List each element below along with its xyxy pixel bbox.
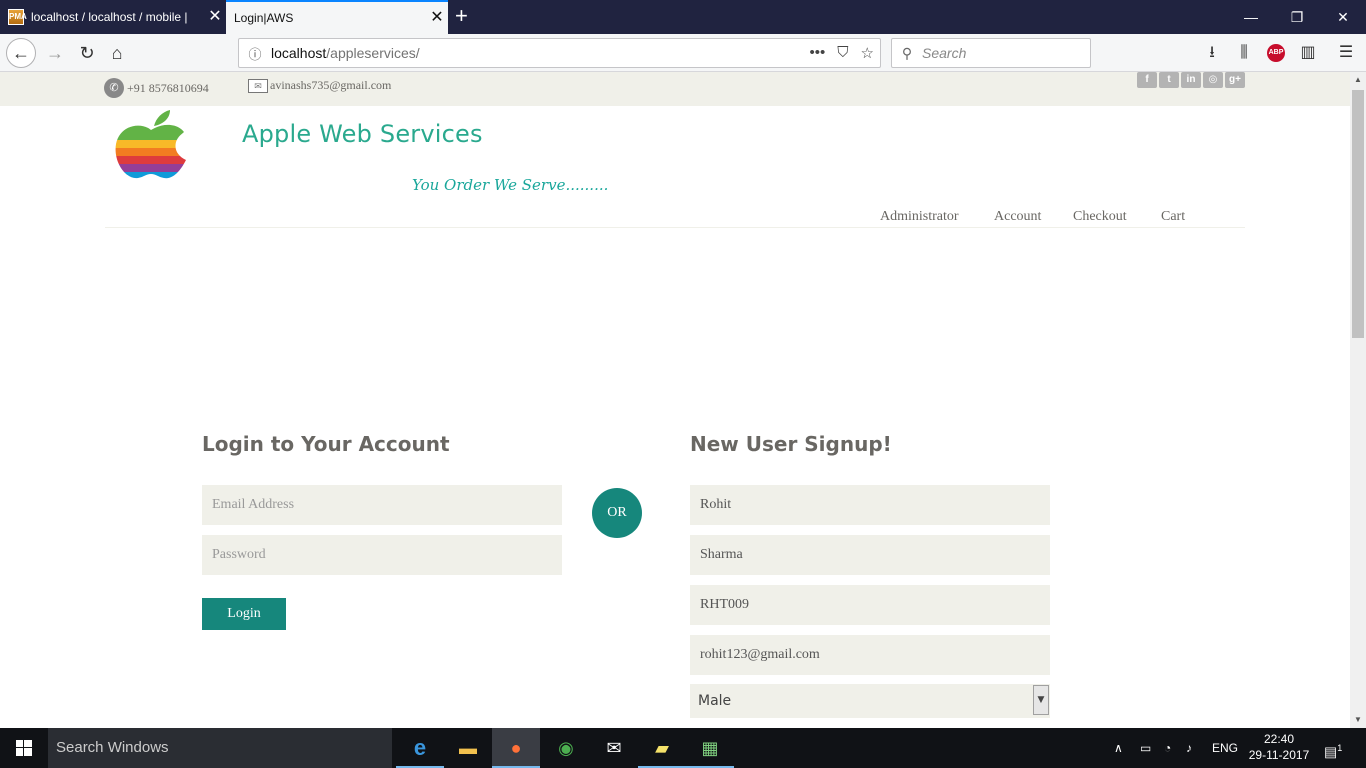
download-icon[interactable]: ⭳ <box>1198 38 1226 68</box>
search-placeholder: Search <box>922 45 967 61</box>
menu-icon[interactable]: ☰ <box>1332 38 1360 68</box>
url-path: /appleservices/ <box>326 45 420 61</box>
windows-start-icon[interactable] <box>0 728 48 768</box>
mail-icon: ✉ <box>248 78 268 93</box>
page-actions-icon[interactable]: ••• <box>810 44 826 62</box>
header-top-strip: ✆ +91 8576810694 ✉ avinashs735@gmail.com… <box>0 72 1350 106</box>
browser-nav-bar: ← → ↻ ⌂ ⓘ localhost /appleservices/ ••• … <box>0 34 1366 72</box>
clock-time: 22:40 <box>1263 732 1295 746</box>
taskbar-search-input[interactable]: Search Windows <box>48 728 392 768</box>
phone-number: +91 8576810694 <box>127 80 209 95</box>
signup-email-field[interactable]: rohit123@gmail.com <box>690 635 1050 675</box>
task-app-icon[interactable]: ▦ <box>686 728 734 768</box>
dribbble-icon[interactable]: ◎ <box>1203 72 1223 88</box>
mail-app-icon[interactable]: ✉ <box>590 728 638 768</box>
sticky-notes-icon[interactable]: ▰ <box>638 728 686 768</box>
signup-gender-select[interactable]: Male ▼ <box>690 684 1050 718</box>
tab-title: Login|AWS <box>234 11 294 25</box>
menu-item-cart[interactable]: Cart <box>1161 209 1185 225</box>
language-indicator[interactable]: ENG <box>1212 728 1238 768</box>
firefox-icon[interactable]: ● <box>492 728 540 768</box>
close-window-icon[interactable]: ✕ <box>1320 0 1366 34</box>
show-hidden-icons-icon[interactable]: ∧ <box>1114 728 1123 768</box>
volume-icon[interactable]: ♪ <box>1186 728 1192 768</box>
scroll-up-icon[interactable]: ▲ <box>1350 72 1366 88</box>
site-tagline: You Order We Serve......... <box>412 176 609 194</box>
browser-tab-bar: PMA localhost / localhost / mobile | ✕ L… <box>0 0 1366 34</box>
action-center-icon[interactable]: ▤1 <box>1324 728 1342 768</box>
scrollbar-thumb[interactable] <box>1352 90 1364 338</box>
phpmyadmin-favicon-icon: PMA <box>8 9 27 25</box>
signup-first-name-field[interactable]: Rohit <box>690 485 1050 525</box>
contact-phone: ✆ +91 8576810694 <box>104 78 209 98</box>
signup-title: New User Signup! <box>690 432 892 456</box>
close-tab-icon[interactable]: ✕ <box>204 9 226 25</box>
login-email-field[interactable]: Email Address <box>202 485 562 525</box>
search-icon: ⚲ <box>901 44 913 61</box>
email-address: avinashs735@gmail.com <box>270 78 392 92</box>
google-plus-icon[interactable]: g+ <box>1225 72 1245 88</box>
chrome-icon[interactable]: ◉ <box>542 728 590 768</box>
battery-icon[interactable]: ▭ <box>1140 728 1151 768</box>
or-divider-badge: OR <box>592 488 642 538</box>
apple-logo[interactable] <box>112 110 190 182</box>
scroll-down-icon[interactable]: ▼ <box>1350 712 1366 728</box>
chevron-down-icon[interactable]: ▼ <box>1033 685 1049 715</box>
reload-icon[interactable]: ↻ <box>72 38 102 68</box>
library-icon[interactable]: ⫼ <box>1230 38 1258 68</box>
notification-count: 1 <box>1337 743 1343 753</box>
menu-item-account[interactable]: Account <box>994 209 1041 225</box>
address-bar[interactable]: ⓘ localhost /appleservices/ ••• ⛉ ☆ <box>238 38 881 68</box>
wifi-icon[interactable]: ◔ <box>1164 728 1171 768</box>
close-tab-icon[interactable]: ✕ <box>426 10 448 26</box>
linkedin-icon[interactable]: in <box>1181 72 1201 88</box>
minimize-icon[interactable]: — <box>1228 0 1274 34</box>
login-password-field[interactable]: Password <box>202 535 562 575</box>
home-icon[interactable]: ⌂ <box>102 38 132 68</box>
sidebar-icon[interactable]: ▥ <box>1294 38 1322 68</box>
tab-title: localhost / localhost / mobile | <box>31 10 188 24</box>
menu-item-checkout[interactable]: Checkout <box>1073 209 1127 225</box>
clock-date: 29-11-2017 <box>1248 748 1310 762</box>
site-info-icon[interactable]: ⓘ <box>239 44 271 63</box>
login-button[interactable]: Login <box>202 598 286 630</box>
signup-user-id-field[interactable]: RHT009 <box>690 585 1050 625</box>
file-explorer-icon[interactable]: ▬ <box>444 728 492 768</box>
web-page: ✆ +91 8576810694 ✉ avinashs735@gmail.com… <box>0 72 1350 728</box>
bookmark-star-icon[interactable]: ☆ <box>861 44 874 62</box>
header-divider <box>105 227 1245 228</box>
new-tab-icon[interactable]: + <box>455 4 468 28</box>
gender-selected-value: Male <box>698 693 732 709</box>
contact-email: ✉ avinashs735@gmail.com <box>248 78 391 93</box>
windows-taskbar: Search Windows e ▬ ● ◉ ✉ ▰ ▦ ∧ ▭ ◔ ♪ ENG… <box>0 728 1366 768</box>
url-host: localhost <box>271 45 327 61</box>
signup-last-name-field[interactable]: Sharma <box>690 535 1050 575</box>
login-title: Login to Your Account <box>202 432 450 456</box>
search-input[interactable]: ⚲ Search <box>891 38 1091 68</box>
facebook-icon[interactable]: f <box>1137 72 1157 88</box>
adblock-icon[interactable]: ABP <box>1262 38 1290 68</box>
back-icon[interactable]: ← <box>6 38 36 68</box>
twitter-icon[interactable]: t <box>1159 72 1179 88</box>
pocket-icon[interactable]: ⛉ <box>837 44 848 62</box>
phone-icon: ✆ <box>104 78 124 98</box>
site-brand-title[interactable]: Apple Web Services <box>242 120 483 148</box>
forward-icon[interactable]: → <box>40 38 70 68</box>
edge-icon[interactable]: e <box>396 728 444 768</box>
system-clock[interactable]: 22:40 29-11-2017 <box>1244 731 1314 763</box>
tab-login-aws[interactable]: Login|AWS ✕ <box>226 0 448 34</box>
restore-icon[interactable]: ❐ <box>1274 0 1320 34</box>
page-scrollbar[interactable]: ▲ ▼ <box>1350 72 1366 728</box>
social-links: f t in ◎ g+ <box>1137 72 1245 88</box>
tab-phpmyadmin[interactable]: PMA localhost / localhost / mobile | ✕ <box>0 0 226 34</box>
menu-item-administrator[interactable]: Administrator <box>880 209 959 225</box>
